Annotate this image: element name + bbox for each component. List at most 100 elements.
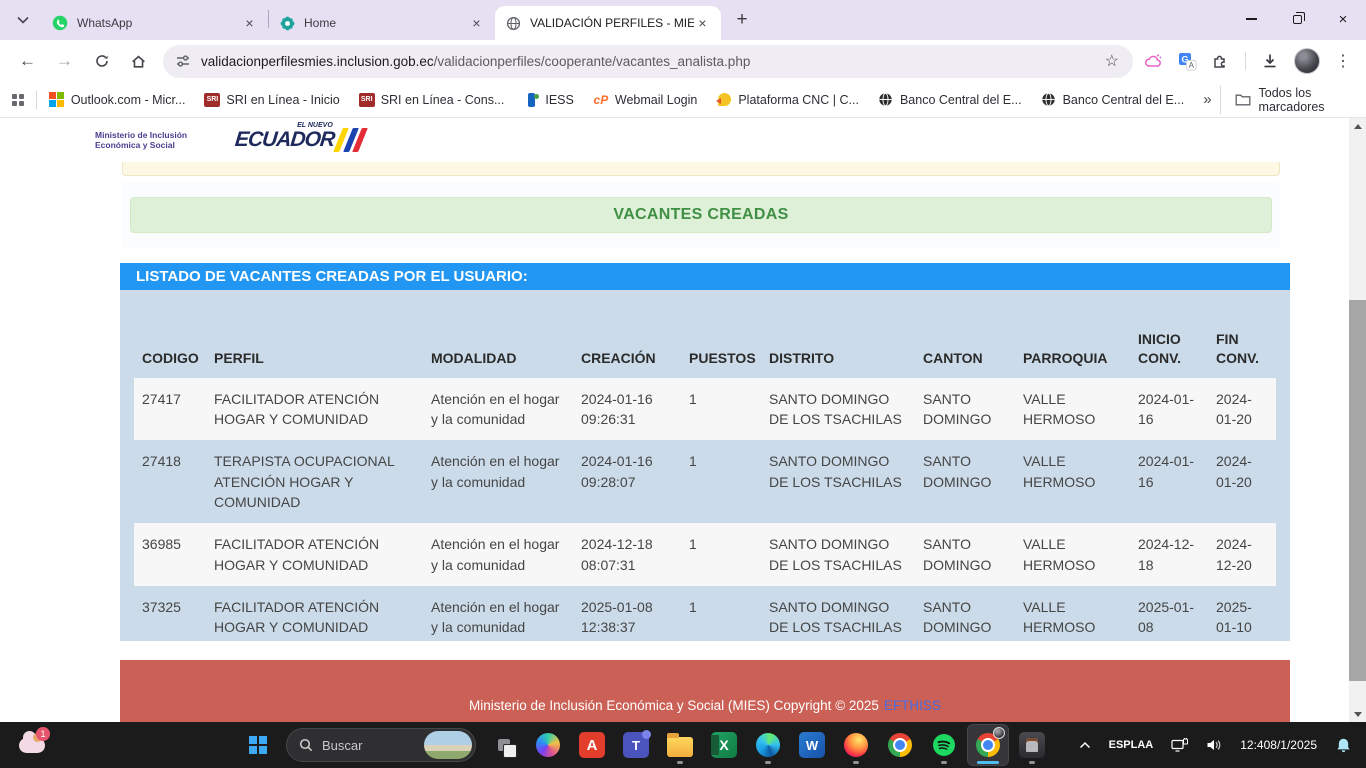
back-button[interactable]: ← [12, 46, 43, 77]
tab-close-icon[interactable]: × [241, 15, 258, 32]
cell-modalidad: Atención en el hogar y la comunidad [423, 440, 573, 523]
notifications-button[interactable] [1329, 725, 1358, 765]
site-info-icon[interactable] [175, 53, 191, 69]
pdf-app-button[interactable]: A [572, 725, 612, 765]
search-highlight-image[interactable] [424, 731, 472, 759]
bookmark-label: SRI en Línea - Inicio [226, 93, 339, 107]
word-icon: W [799, 732, 825, 758]
profile-avatar[interactable] [1294, 48, 1320, 74]
reload-button[interactable] [86, 46, 117, 77]
tab-home[interactable]: Home × [269, 6, 495, 40]
clock-display[interactable]: 12:40 8/1/2025 [1234, 725, 1323, 765]
teams-button[interactable]: T [616, 725, 656, 765]
home-button[interactable] [123, 46, 154, 77]
col-distrito: DISTRITO [761, 304, 915, 378]
list-header-bar: LISTADO DE VACANTES CREADAS POR EL USUAR… [120, 263, 1290, 290]
chrome-button[interactable] [880, 725, 920, 765]
word-button[interactable]: W [792, 725, 832, 765]
browser-toolbar: ← → validacionperfilesmies.inclusion.gob… [0, 40, 1366, 82]
tab-validacion-perfiles[interactable]: VALIDACIÓN PERFILES - MIES × [495, 6, 721, 40]
tab-whatsapp[interactable]: WhatsApp × [42, 6, 268, 40]
network-icon [1171, 738, 1188, 753]
cell-inicio-conv: 2024-01-16 [1130, 378, 1208, 441]
bookmarks-bar: Outlook.com - Micr... SRI SRI en Línea -… [0, 82, 1366, 118]
bookmark-sri-consultas[interactable]: SRI SRI en Línea - Cons... [359, 92, 505, 108]
spotify-button[interactable] [924, 725, 964, 765]
cell-inicio-conv: 2024-12-18 [1130, 523, 1208, 586]
toolbar-separator [1245, 52, 1246, 70]
widgets-button[interactable]: 1 [12, 727, 52, 763]
wallpaper-app-button[interactable] [1012, 725, 1052, 765]
section-title-banner: VACANTES CREADAS [130, 197, 1272, 233]
search-icon [299, 738, 313, 752]
volume-button[interactable] [1200, 725, 1228, 765]
microsoft-icon [49, 92, 65, 108]
table-row: 27418 TERAPISTA OCUPACIONAL ATENCIÓN HOG… [134, 440, 1276, 523]
bookmark-banco-central-2[interactable]: Banco Central del E... [1041, 92, 1185, 108]
cell-distrito: SANTO DOMINGO DE LOS TSACHILAS [761, 586, 915, 649]
edge-button[interactable] [748, 725, 788, 765]
col-parroquia: PARROQUIA [1015, 304, 1130, 378]
tab-close-icon[interactable]: × [468, 15, 485, 32]
bookmark-sri-inicio[interactable]: SRI SRI en Línea - Inicio [204, 92, 339, 108]
excel-button[interactable]: X [704, 725, 744, 765]
forward-button[interactable]: → [49, 46, 80, 77]
language-indicator[interactable]: ESP LAA [1103, 725, 1160, 765]
bookmark-star-icon[interactable]: ☆ [1103, 51, 1121, 71]
cell-perfil: FACILITADOR ATENCIÓN HOGAR Y COMUNIDAD [206, 586, 423, 649]
bookmark-outlook[interactable]: Outlook.com - Micr... [49, 92, 186, 108]
page-scrollbar[interactable] [1349, 118, 1366, 722]
browser-menu-icon[interactable]: ⋮ [1335, 51, 1351, 71]
translate-icon[interactable]: GA [1178, 52, 1197, 71]
globe-icon [878, 92, 894, 108]
svg-text:A: A [1189, 60, 1195, 69]
scrollbar-down-arrow[interactable] [1349, 706, 1366, 722]
cell-codigo: 27418 [134, 440, 206, 523]
window-controls: × [1228, 0, 1366, 40]
vacancies-table: CODIGO PERFIL MODALIDAD CREACIÓN PUESTOS… [134, 304, 1276, 648]
tab-close-icon[interactable]: × [694, 15, 711, 32]
chrome-active-button[interactable] [968, 725, 1008, 765]
extension-cloud-icon[interactable] [1143, 52, 1163, 70]
file-explorer-button[interactable] [660, 725, 700, 765]
taskbar-center: Buscar A T X W [238, 725, 1052, 765]
network-button[interactable] [1165, 725, 1194, 765]
apps-grid-icon[interactable] [12, 94, 24, 106]
footer-link-efthiss[interactable]: EFTHISS [884, 698, 941, 713]
tab-strip: WhatsApp × Home × VALIDACIÓN PERFILES - … [0, 0, 1366, 40]
cell-distrito: SANTO DOMINGO DE LOS TSACHILAS [761, 440, 915, 523]
extensions-puzzle-icon[interactable] [1212, 52, 1230, 70]
cell-creacion: 2024-12-18 08:07:31 [573, 523, 681, 586]
firefox-button[interactable] [836, 725, 876, 765]
restore-button[interactable] [1274, 0, 1320, 38]
tab-search-button[interactable] [10, 7, 36, 33]
cell-modalidad: Atención en el hogar y la comunidad [423, 523, 573, 586]
minimize-button[interactable] [1228, 0, 1274, 38]
tab-label: WhatsApp [77, 16, 241, 30]
scrollbar-thumb[interactable] [1349, 300, 1366, 681]
cell-modalidad: Atención en el hogar y la comunidad [423, 378, 573, 441]
widget-notification-badge: 1 [36, 727, 50, 741]
sri-icon: SRI [359, 92, 375, 108]
bookmark-plataforma-cnc[interactable]: Plataforma CNC | C... [716, 92, 859, 108]
search-placeholder: Buscar [322, 738, 362, 753]
bookmark-banco-central-1[interactable]: Banco Central del E... [878, 92, 1022, 108]
copilot-button[interactable] [528, 725, 568, 765]
downloads-icon[interactable] [1261, 52, 1279, 70]
bookmark-webmail[interactable]: cP Webmail Login [593, 92, 697, 108]
taskbar-search[interactable]: Buscar [286, 728, 476, 762]
list-header-title: LISTADO DE VACANTES CREADAS POR EL USUAR… [136, 268, 528, 285]
scrollbar-up-arrow[interactable] [1349, 118, 1366, 134]
wallpaper-app-icon [1019, 732, 1045, 758]
address-bar[interactable]: validacionperfilesmies.inclusion.gob.ec/… [163, 45, 1133, 78]
table-row: 36985 FACILITADOR ATENCIÓN HOGAR Y COMUN… [134, 523, 1276, 586]
bookmark-iess[interactable]: IESS [523, 92, 574, 108]
tray-chevron-button[interactable] [1073, 725, 1097, 765]
new-tab-button[interactable]: + [729, 7, 755, 33]
start-button[interactable] [238, 725, 278, 765]
all-bookmarks-button[interactable]: Todos los marcadores [1220, 86, 1354, 114]
bookmarks-overflow-chevron[interactable]: » [1203, 91, 1211, 108]
cell-perfil: FACILITADOR ATENCIÓN HOGAR Y COMUNIDAD [206, 378, 423, 441]
task-view-button[interactable] [484, 725, 524, 765]
close-button[interactable]: × [1320, 0, 1366, 38]
